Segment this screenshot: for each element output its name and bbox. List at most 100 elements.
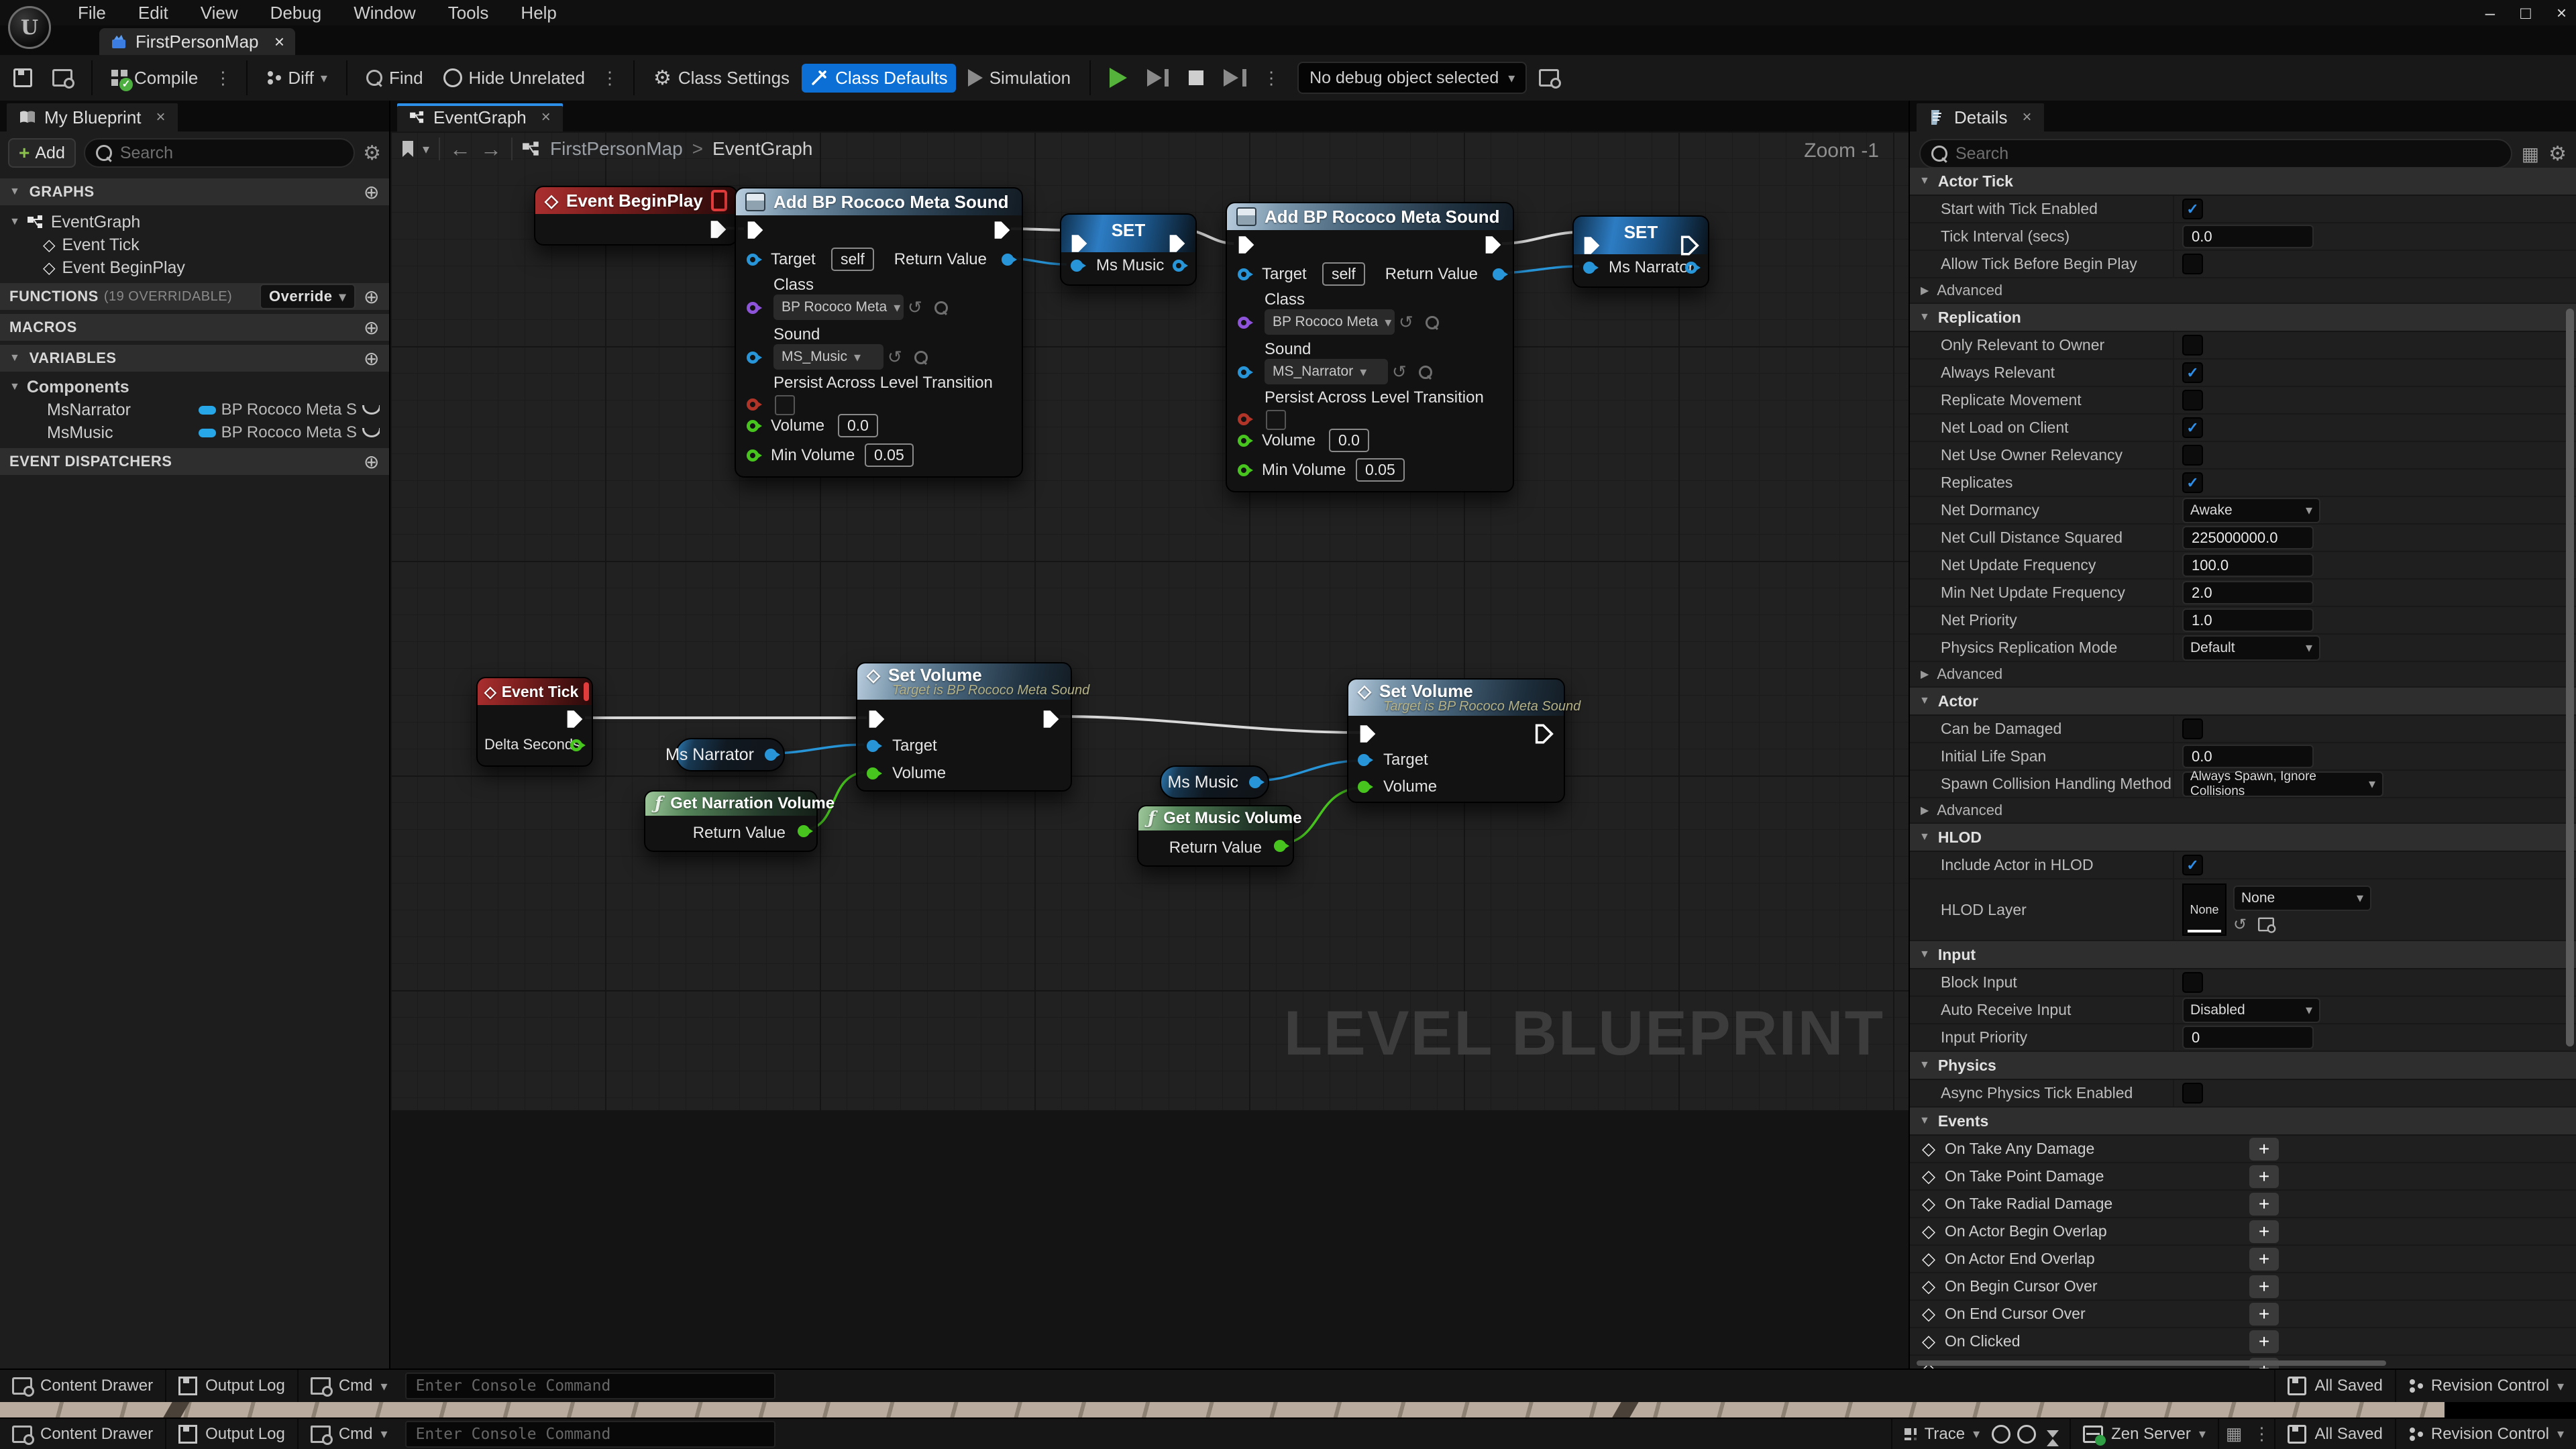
min-volume-pin[interactable] [1238, 464, 1250, 476]
checkbox[interactable]: ✓ [2182, 417, 2203, 438]
hide-unrelated-button[interactable]: Hide Unrelated [435, 64, 593, 93]
advanced-expander[interactable]: ▶Advanced [1910, 278, 2576, 304]
checkbox[interactable]: ✓ [2182, 472, 2203, 493]
asset-tab-close-icon[interactable]: × [274, 32, 284, 52]
compile-options-icon[interactable]: ⋮ [210, 68, 235, 89]
exec-in-pin[interactable] [1068, 232, 1091, 255]
event-dispatchers-header[interactable]: EVENT DISPATCHERS ⊕ [0, 448, 389, 475]
save-button[interactable] [5, 64, 40, 91]
volume-value[interactable]: 0.0 [838, 414, 878, 437]
hlod-layer-dropdown[interactable]: None▾ [2233, 885, 2371, 911]
browse-asset-icon[interactable] [1426, 316, 1439, 329]
node-get-narration-volume[interactable]: ƒ Get Narration Volume Return Value [644, 790, 818, 852]
value-dropdown[interactable]: Awake▾ [2182, 498, 2320, 523]
exec-out-pin[interactable] [1166, 232, 1189, 255]
volume-pin[interactable] [1238, 435, 1250, 447]
add-variable-icon[interactable]: ⊕ [364, 347, 380, 370]
stop-button[interactable] [1181, 66, 1212, 89]
frame-skip-button[interactable] [1139, 65, 1177, 91]
graph-canvas[interactable]: ▾ ← → FirstPersonMap > EventGraph Zoom -… [390, 131, 1909, 1110]
node-set-ms-narrator[interactable]: SET Ms Narrator [1572, 215, 1709, 288]
value-field[interactable]: 225000000.0 [2182, 526, 2314, 549]
sound-dropdown[interactable]: MS_Narrator▾ [1265, 359, 1388, 384]
add-event-button[interactable]: + [2249, 1330, 2279, 1353]
category-actor[interactable]: ▼Actor [1910, 688, 2576, 716]
details-horizontal-scrollbar[interactable] [1917, 1360, 2386, 1366]
content-drawer-button[interactable]: Content Drawer [0, 1419, 165, 1449]
add-event-button[interactable]: + [2249, 1303, 2279, 1326]
persist-pin[interactable] [1238, 413, 1250, 425]
browse-asset-icon[interactable] [1419, 366, 1432, 379]
target-pin[interactable] [867, 740, 879, 752]
volume-pin[interactable] [747, 420, 759, 432]
cmd-dropdown[interactable]: Cmd▾ [299, 1419, 400, 1449]
delta-seconds-pin[interactable] [570, 739, 582, 751]
insights-icon[interactable] [1992, 1425, 2010, 1444]
node-set-volume-2[interactable]: ◇ Set Volume Target is BP Rococo Meta So… [1347, 678, 1565, 803]
target-value[interactable]: self [1322, 262, 1365, 286]
value-field[interactable]: 0.0 [2182, 745, 2314, 768]
value-in-pin[interactable] [1071, 260, 1083, 272]
eye-closed-icon[interactable] [362, 405, 380, 415]
value-field[interactable]: 0.0 [2182, 225, 2314, 248]
exec-in-pin[interactable] [1580, 234, 1603, 257]
value-dropdown[interactable]: Always Spawn, Ignore Collisions▾ [2182, 771, 2383, 797]
component-msnarrator[interactable]: MsNarratorBP Rococo Meta S [0, 398, 389, 421]
tree-item-eventgraph[interactable]: ▼ EventGraph [0, 211, 389, 233]
exec-out-pin[interactable] [1482, 233, 1505, 256]
checkbox[interactable]: ✓ [2182, 855, 2203, 875]
class-pin[interactable] [1238, 317, 1250, 329]
add-event-button[interactable]: + [2249, 1193, 2279, 1216]
revision-control-dropdown[interactable]: Revision Control▾ [2396, 1370, 2576, 1402]
exec-out-pin[interactable] [1040, 708, 1063, 731]
node-set-volume-1[interactable]: ◇ Set Volume Target is BP Rococo Meta So… [856, 662, 1072, 792]
browse-asset-icon[interactable] [914, 351, 928, 364]
details-search-input[interactable]: Search [1919, 139, 2512, 168]
node-get-ms-narrator[interactable]: Ms Narrator [676, 738, 785, 771]
target-pin[interactable] [747, 254, 759, 266]
persist-pin[interactable] [747, 398, 759, 411]
volume-value[interactable]: 0.0 [1329, 429, 1369, 452]
panel-settings-gear-icon[interactable]: ⚙ [363, 142, 381, 165]
simulation-button[interactable]: Simulation [960, 64, 1079, 93]
node-set-ms-music[interactable]: SET Ms Music [1060, 213, 1197, 286]
console-command-input[interactable]: Enter Console Command [405, 1373, 775, 1399]
value-field[interactable]: 0 [2182, 1026, 2314, 1049]
profiler-icon[interactable] [2017, 1425, 2036, 1444]
browse-asset-icon[interactable] [2258, 918, 2274, 932]
category-hlod[interactable]: ▼HLOD [1910, 824, 2576, 852]
more-options-icon[interactable]: ⋮ [2249, 1424, 2274, 1444]
cmd-dropdown[interactable]: Cmd▾ [299, 1370, 400, 1402]
add-event-button[interactable]: + [2249, 1275, 2279, 1298]
minimize-button[interactable]: – [2485, 3, 2495, 23]
add-function-icon[interactable]: ⊕ [364, 286, 380, 308]
advanced-expander[interactable]: ▶Advanced [1910, 662, 2576, 688]
functions-header[interactable]: FUNCTIONS (19 OVERRIDABLE) Override▾ ⊕ [0, 283, 389, 310]
menu-window[interactable]: Window [340, 1, 429, 25]
exec-out-pin[interactable] [564, 708, 586, 731]
compile-button[interactable]: ✓ Compile [103, 64, 206, 93]
add-event-button[interactable]: + [2249, 1220, 2279, 1243]
components-category[interactable]: ▼Components [0, 376, 389, 398]
eject-button[interactable] [1216, 65, 1254, 91]
checkbox[interactable] [2182, 1083, 2203, 1104]
asset-tab-firstpersonmap[interactable]: FirstPersonMap × [99, 28, 295, 55]
all-saved-button[interactable]: All Saved [2275, 1370, 2394, 1402]
tab-close-icon[interactable]: × [541, 108, 551, 127]
my-blueprint-search-input[interactable]: Search [84, 138, 355, 168]
tree-item-event-beginplay[interactable]: ◇Event BeginPlay [0, 256, 389, 279]
exec-in-pin[interactable] [865, 708, 888, 731]
component-msmusic[interactable]: MsMusicBP Rococo Meta S [0, 421, 389, 444]
checkbox[interactable] [2182, 445, 2203, 466]
use-selected-icon[interactable]: ↺ [2233, 915, 2247, 934]
volume-pin[interactable] [867, 767, 879, 780]
tab-close-icon[interactable]: × [156, 108, 166, 127]
min-volume-value[interactable]: 0.05 [1356, 458, 1405, 482]
add-event-button[interactable]: + [2249, 1138, 2279, 1161]
checkbox[interactable] [2182, 972, 2203, 993]
menu-debug[interactable]: Debug [257, 1, 335, 25]
class-defaults-button[interactable]: Class Defaults [802, 64, 956, 93]
play-button[interactable] [1102, 64, 1135, 92]
class-dropdown[interactable]: BP Rococo Meta▾ [773, 294, 904, 320]
node-add-bp-rococo-meta-sound-narrator[interactable]: Add BP Rococo Meta Sound Target self Ret… [1226, 202, 1514, 492]
